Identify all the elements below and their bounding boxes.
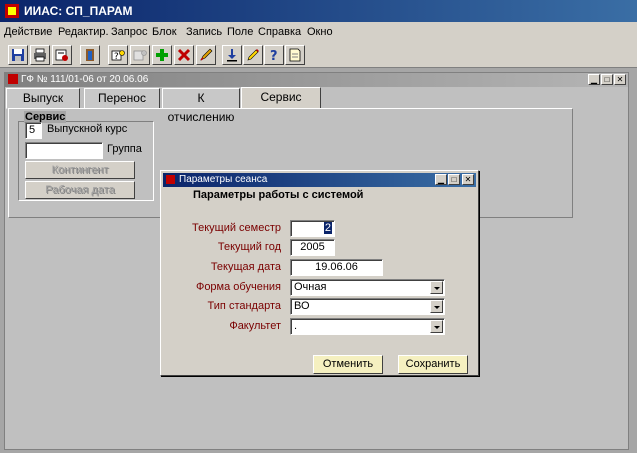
year-field[interactable]: 2005	[290, 239, 335, 256]
close-button[interactable]: ✕	[614, 74, 626, 85]
query-disabled-icon	[133, 50, 147, 61]
close-icon: ✕	[616, 75, 624, 84]
semester-label: Текущий семестр	[191, 222, 281, 234]
graduation-course-label: Выпускной курс	[47, 123, 128, 135]
tab-perenos[interactable]: Перенос	[84, 88, 160, 109]
insert-record-icon	[156, 49, 168, 61]
document-icon	[289, 48, 301, 62]
standard-type-select[interactable]: ВО	[290, 298, 445, 315]
menu-action[interactable]: Действие	[4, 26, 52, 38]
app-title: ИИАС: СП_ПАРАМ	[24, 4, 133, 18]
svg-text:?: ?	[270, 49, 278, 62]
menu-help[interactable]: Справка	[258, 26, 301, 38]
delete-record-icon	[177, 48, 191, 62]
standard-type-label: Тип стандарта	[207, 300, 281, 312]
form-window-title-bar: ГФ № 111/01-06 от 20.06.06 ▁ □ ✕	[5, 73, 628, 87]
tab-servis[interactable]: Сервис	[241, 87, 321, 109]
delete-record-button[interactable]	[174, 45, 194, 65]
help-button[interactable]: ?	[264, 45, 284, 65]
pencil-icon	[247, 49, 259, 61]
download-icon	[227, 49, 237, 62]
faculty-label: Факультет	[229, 320, 281, 332]
group-label: Группа	[107, 143, 142, 155]
session-parameters-dialog: Параметры сеанса ▁ □ ✕ Параметры работы …	[160, 170, 479, 376]
chevron-down-icon[interactable]	[430, 281, 443, 294]
print-button[interactable]	[30, 45, 50, 65]
date-label: Текущая дата	[210, 261, 281, 273]
query-icon: ?	[111, 50, 125, 62]
query-button[interactable]: ?	[108, 45, 128, 65]
minimize-icon: ▁	[437, 175, 445, 184]
year-label: Текущий год	[217, 241, 281, 253]
exit-button[interactable]	[80, 45, 100, 65]
semester-field[interactable]: 2	[290, 220, 335, 237]
maximize-icon: □	[451, 175, 457, 184]
query-execute-button[interactable]	[130, 45, 150, 65]
tab-vypusk[interactable]: Выпуск	[6, 88, 80, 109]
edit-button[interactable]	[196, 45, 216, 65]
dialog-minimize-button[interactable]: ▁	[435, 174, 447, 185]
app-title-bar: ИИАС: СП_ПАРАМ	[0, 0, 637, 22]
pencil-button[interactable]	[243, 45, 263, 65]
study-form-select[interactable]: Очная	[290, 279, 445, 296]
dialog-title-bar: Параметры сеанса ▁ □ ✕	[163, 173, 476, 187]
dialog-title: Параметры сеанса	[179, 174, 268, 185]
app-icon	[4, 3, 20, 19]
save-settings-button[interactable]: Сохранить	[398, 355, 468, 374]
study-form-value: Очная	[294, 281, 327, 293]
maximize-button[interactable]: □	[601, 74, 613, 85]
print-icon	[34, 48, 46, 62]
menu-bar: Действие Редактир. Запрос Блок Запись По…	[0, 22, 637, 42]
download-button[interactable]	[222, 45, 242, 65]
save-button[interactable]	[8, 45, 28, 65]
contingent-button[interactable]: Контингент	[25, 161, 135, 179]
faculty-select[interactable]: .	[290, 318, 445, 335]
date-field[interactable]: 19.06.06	[290, 259, 383, 276]
print-preview-button[interactable]	[52, 45, 72, 65]
group-field[interactable]	[25, 142, 103, 159]
print-preview-icon	[55, 49, 68, 61]
graduation-course-field[interactable]: 5	[25, 122, 42, 139]
menu-block[interactable]: Блок	[152, 26, 177, 38]
work-date-button[interactable]: Рабочая дата	[25, 181, 135, 199]
form-icon	[8, 74, 18, 84]
minimize-icon: ▁	[590, 75, 598, 84]
svg-text:?: ?	[114, 52, 119, 62]
menu-field[interactable]: Поле	[227, 26, 253, 38]
chevron-down-icon[interactable]	[430, 320, 443, 333]
toolbar: ? ?	[0, 42, 637, 68]
menu-window[interactable]: Окно	[307, 26, 333, 38]
exit-icon	[86, 49, 94, 61]
semester-value: 2	[323, 222, 332, 234]
chevron-down-icon[interactable]	[430, 300, 443, 313]
save-icon	[12, 49, 24, 61]
maximize-icon: □	[604, 75, 610, 84]
study-form-label: Форма обучения	[195, 281, 281, 293]
form-window-title: ГФ № 111/01-06 от 20.06.06	[21, 74, 149, 85]
menu-query[interactable]: Запрос	[111, 26, 147, 38]
document-button[interactable]	[285, 45, 305, 65]
tab-otchislenie[interactable]: К отчислению	[162, 88, 240, 124]
menu-record[interactable]: Запись	[186, 26, 222, 38]
dialog-heading: Параметры работы с системой	[193, 189, 364, 201]
dialog-maximize-button[interactable]: □	[448, 174, 460, 185]
faculty-value: .	[294, 320, 298, 332]
help-icon: ?	[270, 49, 278, 62]
close-icon: ✕	[464, 175, 472, 184]
cancel-button[interactable]: Отменить	[313, 355, 383, 374]
menu-edit[interactable]: Редактир.	[58, 26, 109, 38]
edit-icon	[200, 48, 213, 61]
insert-record-button[interactable]	[152, 45, 172, 65]
standard-type-value: ВО	[294, 300, 310, 312]
dialog-icon	[166, 175, 175, 184]
dialog-close-button[interactable]: ✕	[462, 174, 474, 185]
minimize-button[interactable]: ▁	[588, 74, 600, 85]
